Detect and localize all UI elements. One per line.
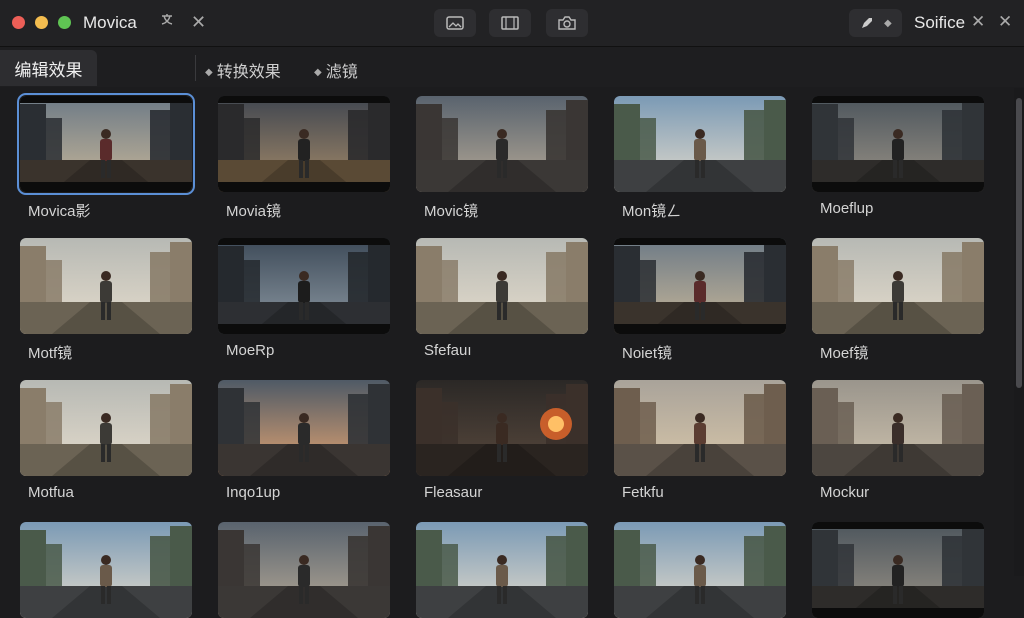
thumbnail-label: MoeRp — [226, 342, 275, 359]
thumbnail-label: Sfefauı — [424, 342, 472, 359]
effect-thumbnail[interactable] — [20, 380, 192, 476]
tab-label: 滤镜 — [325, 64, 358, 81]
translate-icon[interactable] — [160, 13, 174, 33]
effect-thumbnail[interactable] — [614, 522, 786, 618]
thumbnail-label: Movica影 — [28, 203, 91, 220]
image-icon — [446, 16, 464, 30]
effects-menu-button[interactable]: ◆ — [849, 9, 902, 37]
thumbnail-label: Motfua — [28, 484, 74, 501]
effect-thumbnail[interactable] — [614, 380, 786, 476]
bullet-icon: ◆ — [205, 67, 213, 79]
thumbnail-label: Movic镜 — [424, 203, 479, 220]
effect-thumbnail[interactable] — [614, 96, 786, 192]
effect-tabs: 编辑效果 ◆ 转换效果 ◆ 滤镜 — [0, 47, 1024, 87]
effect-thumbnail[interactable] — [812, 380, 984, 476]
effect-thumbnail[interactable] — [17, 93, 195, 195]
thumbnail-label: Fetkfu — [622, 484, 664, 501]
scrollbar-thumb[interactable] — [1016, 98, 1022, 388]
effect-thumbnail[interactable] — [218, 96, 390, 192]
thumbnail-label: Mon镜ㄥ — [622, 203, 682, 220]
tab-transition-effects[interactable]: ◆ 转换效果 — [205, 58, 281, 82]
effect-thumbnail[interactable] — [812, 238, 984, 334]
camera-icon — [558, 16, 576, 30]
thumbnail-label: Inqo1up — [226, 484, 281, 501]
thumbnail-label: Movia镜 — [226, 203, 282, 220]
tab-filters[interactable]: ◆ 滤镜 — [314, 58, 358, 82]
window-close-icon[interactable]: ✕ — [998, 12, 1012, 32]
rocket-icon — [862, 18, 873, 28]
effect-thumbnail[interactable] — [812, 522, 984, 618]
effect-thumbnail[interactable] — [416, 522, 588, 618]
panel-title: Soifice — [914, 13, 966, 32]
chevron-down-icon: ◆ — [883, 17, 892, 29]
effect-thumbnail[interactable] — [20, 522, 192, 618]
tab-edit-effects[interactable]: 编辑效果 — [0, 50, 97, 86]
bullet-icon: ◆ — [314, 67, 322, 79]
effect-thumbnail[interactable] — [812, 96, 984, 192]
thumbnail-label: Mockur — [820, 484, 870, 501]
effect-thumbnail[interactable] — [218, 522, 390, 618]
effect-thumbnail[interactable] — [20, 238, 192, 334]
thumbnail-label: Moef镜 — [820, 345, 869, 362]
media-grid: Movica影 Movia镜 Movic镜 Mon镜ㄥ Moeflup Motf镜 MoeR… — [0, 88, 1014, 618]
effect-thumbnail[interactable] — [614, 238, 786, 334]
panel-close-icon[interactable]: ✕ — [971, 12, 985, 32]
close-window-button[interactable] — [12, 16, 25, 29]
title-bar: Movica ✕ ◆ Soifice ✕ ✕ — [0, 0, 1024, 47]
media-import-button[interactable] — [434, 9, 476, 37]
camera-button[interactable] — [546, 9, 588, 37]
thumbnail-label: Noiet镜 — [622, 345, 673, 362]
effect-thumbnail[interactable] — [218, 380, 390, 476]
thumbnail-label: Motf镜 — [28, 345, 73, 362]
film-button[interactable] — [489, 9, 531, 37]
thumbnail-label: Fleasaur — [424, 484, 483, 501]
minimize-window-button[interactable] — [35, 16, 48, 29]
thumbnail-label: Moeflup — [820, 200, 874, 217]
effect-thumbnail[interactable] — [416, 238, 588, 334]
tab-label: 转换效果 — [216, 64, 281, 81]
tab-divider — [195, 55, 196, 81]
zoom-window-button[interactable] — [58, 16, 71, 29]
film-icon — [501, 16, 519, 30]
effect-thumbnail[interactable] — [416, 380, 588, 476]
app-title: Movica — [83, 13, 137, 32]
scrollbar[interactable] — [1014, 88, 1024, 576]
effect-thumbnail[interactable] — [416, 96, 588, 192]
effect-thumbnail[interactable] — [218, 238, 390, 334]
close-tab-icon[interactable]: ✕ — [191, 12, 206, 33]
